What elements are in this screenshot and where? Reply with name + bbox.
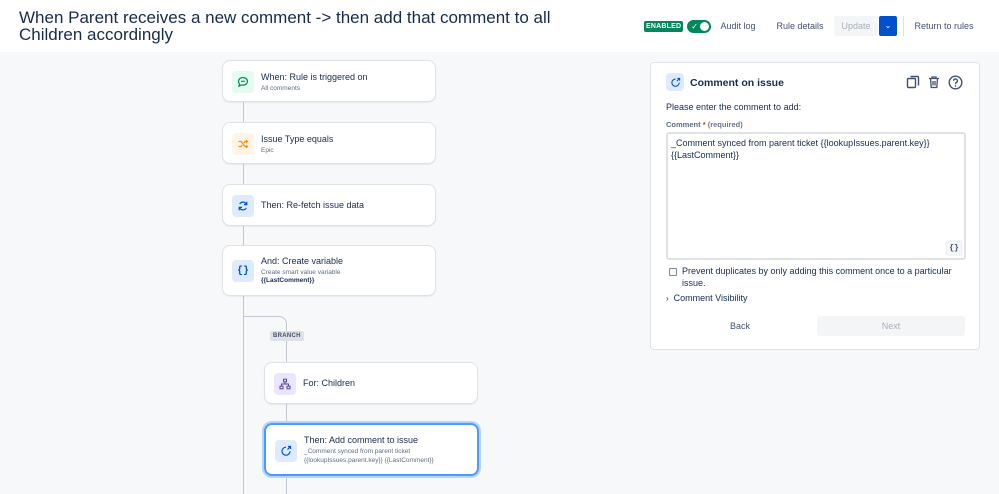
instruction-text: Please enter the comment to add: <box>666 102 802 112</box>
page-title: When Parent receives a new comment -> th… <box>19 8 551 44</box>
branch-tag: BRANCH <box>270 331 304 341</box>
next-button[interactable]: Next <box>817 316 965 336</box>
node-variable-name: {{LastComment}} <box>261 277 315 284</box>
node-title: Then: Add comment to issue <box>304 435 419 445</box>
node-title: Issue Type equals <box>261 134 334 144</box>
add-comment-node[interactable]: Then: Add comment to issue _Comment sync… <box>264 423 479 476</box>
trigger-node[interactable]: When: Rule is triggered on All comments <box>222 60 436 102</box>
help-icon[interactable] <box>947 74 963 90</box>
branch-inner-line <box>286 402 287 424</box>
braces-icon: {} <box>232 260 254 282</box>
smart-values-button[interactable]: {} <box>945 240 963 256</box>
shuffle-icon <box>232 133 254 155</box>
toggle-switch[interactable]: ✓ <box>687 20 712 33</box>
field-label-text: Comment <box>666 120 701 129</box>
chevron-right-icon: › <box>666 293 669 303</box>
audit-log-button[interactable]: Audit log <box>716 16 760 36</box>
branch-node[interactable]: For: Children <box>264 362 478 404</box>
chevron-down-icon: ⌄ <box>884 21 892 30</box>
comment-add-icon <box>275 440 297 462</box>
comment-textarea[interactable]: _Comment synced from parent ticket {{loo… <box>666 132 966 260</box>
check-icon: ✓ <box>691 22 698 31</box>
comment-add-icon <box>666 73 684 91</box>
comment-field-label: Comment * (required) <box>666 120 743 129</box>
node-title: For: Children <box>303 378 356 388</box>
node-title: And: Create variable <box>261 256 344 266</box>
hierarchy-icon <box>274 373 296 395</box>
rule-enabled-toggle[interactable]: ENABLED ✓ <box>644 20 712 33</box>
refresh-icon <box>232 195 254 217</box>
required-mark: * <box>702 120 706 129</box>
node-title: When: Rule is triggered on <box>261 72 368 82</box>
rule-details-button[interactable]: Rule details <box>772 16 828 36</box>
header-divider <box>903 16 904 36</box>
comment-visibility-expander[interactable]: › Comment Visibility <box>666 293 748 303</box>
update-button[interactable]: Update <box>834 16 878 36</box>
back-button[interactable]: Back <box>666 316 814 336</box>
node-title: Then: Re-fetch issue data <box>261 200 365 210</box>
enabled-badge: ENABLED <box>644 21 684 32</box>
create-variable-node[interactable]: {} And: Create variable Create smart val… <box>222 245 436 296</box>
prevent-duplicates-label: Prevent duplicates by only adding this c… <box>682 266 952 288</box>
condition-node[interactable]: Issue Type equals Epic <box>222 122 436 164</box>
action-config-panel: Comment on issue Please enter the commen… <box>650 62 980 350</box>
copy-icon[interactable] <box>905 74 921 90</box>
node-subtitle: Epic <box>261 147 274 154</box>
return-to-rules-button[interactable]: Return to rules <box>909 16 979 36</box>
required-text: (required) <box>707 120 743 129</box>
refetch-node[interactable]: Then: Re-fetch issue data <box>222 184 436 226</box>
prevent-duplicates-checkbox[interactable] <box>669 268 677 276</box>
toggle-knob <box>700 22 710 31</box>
header: When Parent receives a new comment -> th… <box>0 0 999 52</box>
node-subtitle: Create smart value variable <box>261 269 341 276</box>
visibility-label: Comment Visibility <box>673 293 748 303</box>
node-subtitle: All comments <box>261 85 301 92</box>
panel-title: Comment on issue <box>690 77 784 89</box>
update-dropdown-button[interactable]: ⌄ <box>879 16 897 36</box>
branch-inner-line-bottom <box>286 476 287 494</box>
node-subtitle: _Comment synced from parent ticket {{loo… <box>304 448 434 464</box>
trash-icon[interactable] <box>926 74 942 90</box>
panel-actions <box>905 74 963 90</box>
comment-icon <box>232 71 254 93</box>
